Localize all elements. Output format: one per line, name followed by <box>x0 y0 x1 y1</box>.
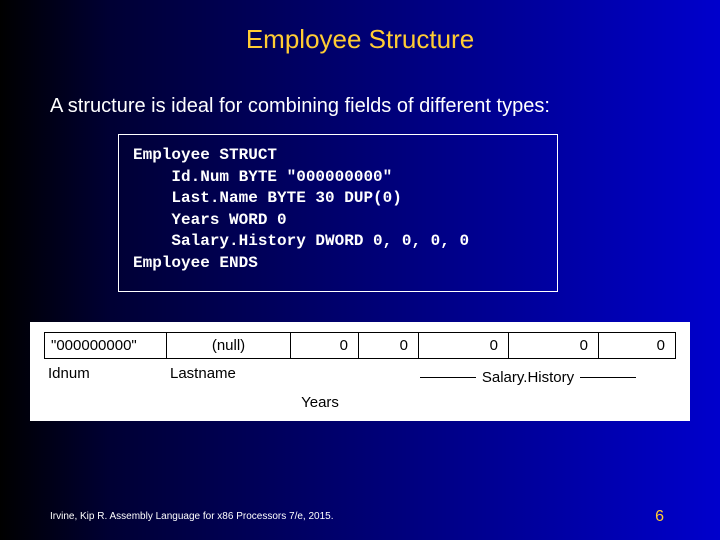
diagram-row-years: Years <box>44 394 676 411</box>
struct-diagram: "000000000" (null) 0 0 0 0 0 Idnum Lastn… <box>30 322 690 421</box>
label-lastname: Lastname <box>166 365 290 386</box>
cell-lastname-value: (null) <box>167 333 291 358</box>
line-left-icon <box>420 377 476 378</box>
label-idnum: Idnum <box>44 365 166 386</box>
diagram-row-labels: Idnum Lastname Salary.History <box>44 365 676 386</box>
cell-idnum-value: "000000000" <box>45 333 167 358</box>
diagram-row-values: "000000000" (null) 0 0 0 0 0 <box>44 332 676 359</box>
code-line: Employee STRUCT <box>133 146 277 164</box>
cell-salary-3: 0 <box>599 333 675 358</box>
code-box: Employee STRUCT Id.Num BYTE "000000000" … <box>118 134 558 292</box>
slide-title: Employee Structure <box>0 0 720 55</box>
label-salary-group: Salary.History <box>290 365 676 386</box>
cell-salary-0: 0 <box>359 333 419 358</box>
code-line: Salary.History DWORD 0, 0, 0, 0 <box>133 232 469 250</box>
cell-salary-2: 0 <box>509 333 599 358</box>
footer-citation: Irvine, Kip R. Assembly Language for x86… <box>50 511 334 522</box>
label-salaryhistory: Salary.History <box>482 369 574 386</box>
code-line: Years WORD 0 <box>133 211 287 229</box>
code-line: Last.Name BYTE 30 DUP(0) <box>133 189 402 207</box>
code-line: Employee ENDS <box>133 254 258 272</box>
label-years: Years <box>301 394 339 411</box>
cell-salary-1: 0 <box>419 333 509 358</box>
line-right-icon <box>580 377 636 378</box>
code-block: Employee STRUCT Id.Num BYTE "000000000" … <box>133 145 543 275</box>
code-line: Id.Num BYTE "000000000" <box>133 168 392 186</box>
cell-years-value: 0 <box>291 333 359 358</box>
page-number: 6 <box>655 508 664 526</box>
intro-text: A structure is ideal for combining field… <box>50 95 720 118</box>
